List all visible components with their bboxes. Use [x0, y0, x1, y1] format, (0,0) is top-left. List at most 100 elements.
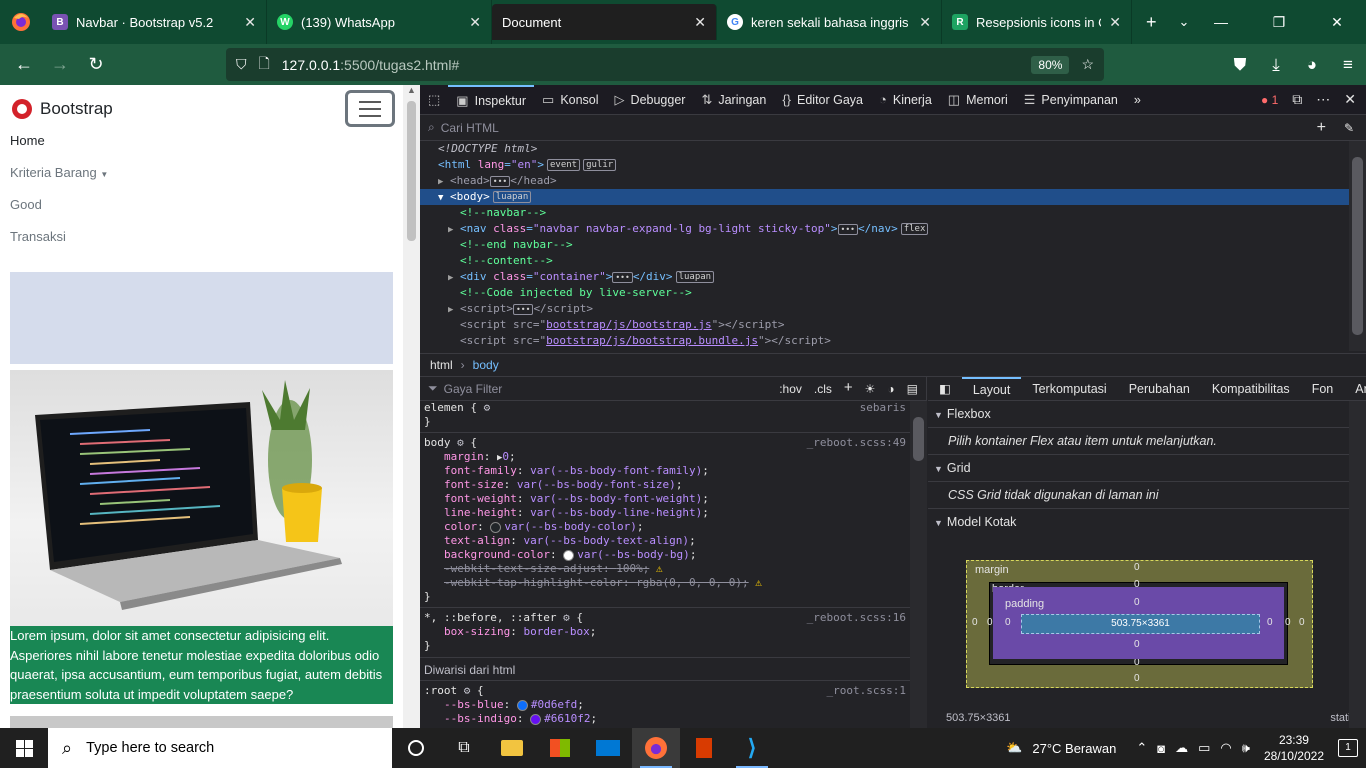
url-text[interactable]: 127.0.0.1:5500/tugas2.html#	[282, 57, 1020, 73]
box-model-content[interactable]: 503.75×3361	[1021, 614, 1260, 634]
tab-editor-gaya[interactable]: {} Editor Gaya	[774, 85, 871, 115]
clock[interactable]: 23:39 28/10/2022	[1264, 732, 1324, 764]
dark-theme-icon[interactable]: ◑	[887, 382, 894, 396]
file-explorer-icon[interactable]	[488, 728, 536, 768]
downloads-icon[interactable]: ⤓	[1258, 55, 1294, 75]
markup-div[interactable]: ▶ <div class="container"> ••• </div> luapan	[420, 269, 1349, 285]
shield-icon[interactable]: ⛉	[236, 56, 247, 73]
options-icon[interactable]: ⋯	[1316, 91, 1330, 108]
close-tab-icon[interactable]: ✕	[469, 14, 481, 31]
cortana-icon[interactable]	[392, 728, 440, 768]
tab-document[interactable]: Document ✕	[492, 4, 717, 40]
markup-comment[interactable]: <!--end navbar-->	[420, 237, 1349, 253]
app-menu-icon[interactable]: ≡	[1330, 55, 1366, 75]
rules-scrollbar[interactable]	[910, 401, 927, 728]
back-icon[interactable]: ←	[6, 54, 42, 75]
forward-icon[interactable]: →	[42, 54, 78, 75]
navbar-toggler-button[interactable]	[345, 90, 395, 127]
minimize-icon[interactable]: —	[1192, 0, 1250, 44]
html-search[interactable]: ⌕ Cari HTML + ✎	[420, 115, 1366, 141]
tab-google[interactable]: G keren sekali bahasa inggris - G ✕	[717, 0, 942, 44]
weather-icon[interactable]: ⛅	[1006, 740, 1022, 756]
reload-icon[interactable]: ↻	[78, 54, 114, 75]
restore-icon[interactable]: ❐	[1250, 0, 1308, 44]
markup-script[interactable]: <script src="bootstrap/js/bootstrap.bund…	[420, 333, 1349, 349]
tab-kompatibilitas[interactable]: Kompatibilitas	[1201, 377, 1301, 401]
css-declaration[interactable]: background-color: var(--bs-body-bg);	[420, 548, 910, 562]
close-tab-icon[interactable]: ✕	[244, 14, 256, 31]
markup-comment[interactable]: <!--content-->	[420, 253, 1349, 269]
markup-nav[interactable]: ▶ <nav class="navbar navbar-expand-lg bg-…	[420, 221, 1349, 237]
light-theme-icon[interactable]: ☀	[865, 382, 876, 396]
dock-icon[interactable]: ⧉	[1292, 91, 1302, 108]
eyedropper-icon[interactable]: ✎	[1344, 121, 1354, 135]
volume-icon[interactable]: 🕪	[1242, 740, 1250, 756]
tab-animasi[interactable]: An	[1344, 377, 1366, 401]
overflow-badge[interactable]: luapan	[492, 191, 532, 203]
class-toggle[interactable]: .cls	[814, 382, 832, 396]
css-declaration[interactable]: font-size: var(--bs-body-font-size);	[420, 478, 910, 492]
new-tab-icon[interactable]: +	[1146, 12, 1157, 33]
css-declaration[interactable]: --bs-indigo: #6610f2;	[420, 712, 910, 726]
battery-icon[interactable]: ▭	[1198, 740, 1210, 756]
tab-resepsionis[interactable]: R Resepsionis icons in Color sty ✕	[942, 0, 1132, 44]
event-badge[interactable]: event	[547, 159, 581, 171]
page-scrollbar[interactable]: ▲	[403, 85, 420, 728]
css-declaration-invalid[interactable]: -webkit-text-size-adjust: 100%; ⚠	[420, 562, 910, 576]
toggle-sidebar-icon[interactable]: ◧	[928, 377, 962, 401]
css-declaration[interactable]: text-align: var(--bs-body-text-align);	[420, 534, 910, 548]
nav-link-home[interactable]: Home	[10, 133, 108, 165]
start-button[interactable]	[0, 728, 48, 768]
taskbar-search-input[interactable]: Type here to search	[86, 740, 214, 756]
css-declaration[interactable]: font-weight: var(--bs-body-font-weight);	[420, 492, 910, 506]
navbar-brand[interactable]: Bootstrap	[12, 99, 113, 119]
tab-bootstrap[interactable]: B Navbar · Bootstrap v5.2 ✕	[42, 0, 267, 44]
markup-body[interactable]: ▼ <body> luapan	[420, 189, 1349, 205]
weather-text[interactable]: 27°C Berawan	[1032, 741, 1116, 756]
rule-element[interactable]: elemen { ⚙ sebaris	[420, 401, 910, 415]
flexbox-section-header[interactable]: ▼ Flexbox	[928, 401, 1366, 428]
office-icon[interactable]	[680, 728, 728, 768]
tab-inspektur[interactable]: ▣ Inspektur	[448, 84, 535, 115]
taskbar-search[interactable]: ⌕ Type here to search	[48, 728, 392, 768]
wifi-icon[interactable]: ◠	[1220, 740, 1231, 756]
rule-root[interactable]: :root ⚙ {_root.scss:1	[420, 684, 910, 698]
close-devtools-icon[interactable]: ✕	[1344, 91, 1356, 108]
color-swatch[interactable]	[490, 521, 502, 533]
tab-konsol[interactable]: ▭ Konsol	[534, 85, 607, 115]
markup-html[interactable]: <html lang="en"> event gulir	[420, 157, 1349, 173]
color-swatch[interactable]	[563, 549, 575, 561]
print-simulation-icon[interactable]: ▤	[907, 382, 918, 396]
firefox-menu-icon[interactable]	[0, 0, 42, 44]
pick-element-icon[interactable]: ⬚	[420, 85, 448, 115]
notification-icon[interactable]: 1	[1338, 739, 1358, 757]
tab-perubahan[interactable]: Perubahan	[1118, 377, 1201, 401]
tab-memori[interactable]: ◫ Memori	[940, 85, 1016, 115]
css-declaration[interactable]: box-sizing: border-box;	[420, 625, 910, 639]
css-declaration-invalid[interactable]: -webkit-tap-highlight-color: rgba(0, 0, …	[420, 576, 910, 590]
more-tabs-icon[interactable]: »	[1126, 85, 1149, 115]
firefox-taskbar-icon[interactable]	[632, 728, 680, 768]
markup-comment[interactable]: <!--Code injected by live-server-->	[420, 285, 1349, 301]
sidebar-scrollbar[interactable]	[1349, 401, 1366, 728]
markup-comment[interactable]: <!--navbar-->	[420, 205, 1349, 221]
page-scrollbar-thumb[interactable]	[407, 101, 416, 241]
bookmark-star-icon[interactable]: ☆	[1081, 56, 1094, 73]
css-declaration[interactable]: margin: ▶0;	[420, 450, 910, 464]
close-window-icon[interactable]: ✕	[1308, 0, 1366, 44]
close-tab-icon[interactable]: ✕	[694, 14, 706, 31]
camera-icon[interactable]: ◙	[1157, 741, 1165, 756]
nav-link-good[interactable]: Good	[10, 197, 108, 229]
css-declaration[interactable]: line-height: var(--bs-body-line-height);	[420, 506, 910, 520]
rule-body[interactable]: body ⚙ {_reboot.scss:49	[420, 436, 910, 450]
search-input[interactable]: Cari HTML	[441, 121, 499, 135]
filter-styles-input[interactable]: Gaya Filter	[444, 382, 503, 396]
box-model-section-header[interactable]: ▼ Model Kotak	[928, 509, 1366, 536]
breadcrumb-body[interactable]: body	[473, 358, 499, 372]
markup-doctype[interactable]: <!DOCTYPE html>	[420, 141, 1349, 157]
tab-layout[interactable]: Layout	[961, 376, 1022, 401]
tab-jaringan[interactable]: ⇅ Jaringan	[693, 85, 774, 115]
scroll-badge[interactable]: gulir	[583, 159, 617, 171]
pocket-icon[interactable]: ⛊	[1222, 55, 1258, 75]
css-declaration[interactable]: color: var(--bs-body-color);	[420, 520, 910, 534]
